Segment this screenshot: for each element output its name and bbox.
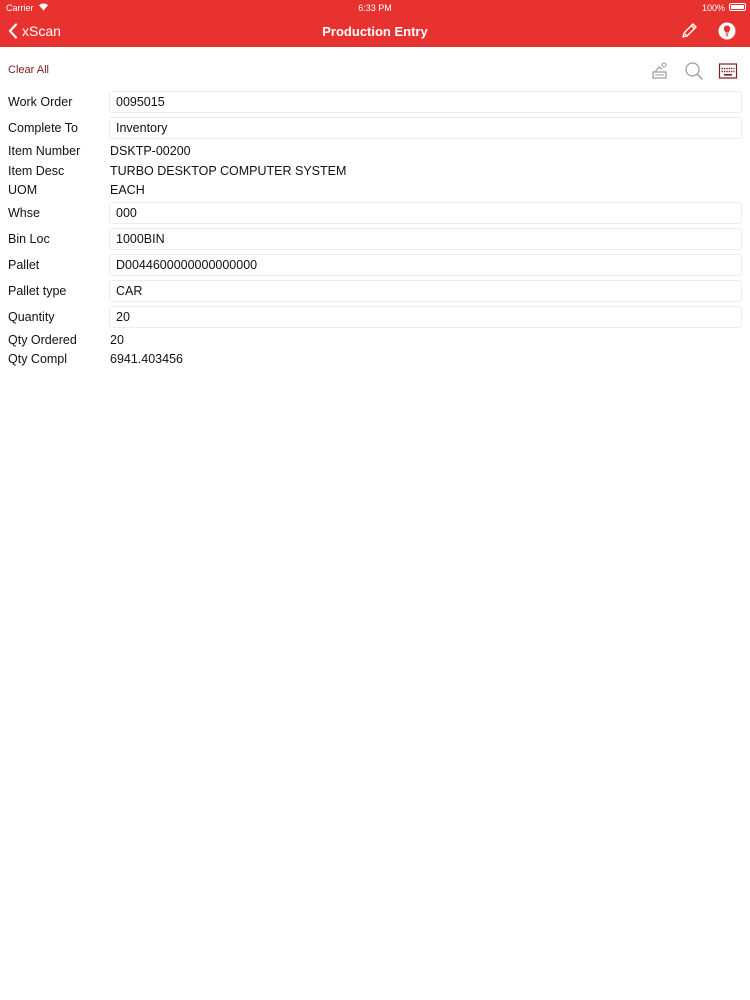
item-number-label: Item Number: [8, 144, 81, 158]
bin-loc-label: Bin Loc: [8, 231, 50, 246]
navigation-bar: Carrier 6:33 PM 100% xScan Production En…: [0, 0, 750, 47]
action-toolbar: Clear All: [0, 58, 750, 84]
status-bar: Carrier 6:33 PM 100%: [0, 0, 750, 15]
complete-to-field[interactable]: Inventory: [109, 117, 742, 139]
quantity-label: Quantity: [8, 309, 55, 324]
quantity-field[interactable]: 20: [109, 305, 742, 328]
bin-loc-row: Bin Loc 1000BIN: [0, 226, 750, 252]
qty-compl-row: Qty Compl 6941.403456: [0, 349, 750, 369]
item-desc-value: TURBO DESKTOP COMPUTER SYSTEM: [110, 163, 347, 178]
uom-row: UOM EACH: [0, 180, 750, 200]
complete-to-label: Complete To: [8, 121, 78, 135]
quantity-row: Quantity 20: [0, 304, 750, 330]
uom-label: UOM: [8, 183, 38, 197]
uom-value: EACH: [110, 183, 145, 197]
qty-ordered-label: Qty Ordered: [8, 332, 77, 347]
qty-compl-label: Qty Compl: [8, 352, 68, 366]
pencil-icon[interactable]: [679, 21, 699, 41]
work-order-field[interactable]: 0095015: [109, 91, 742, 113]
pallet-label: Pallet: [8, 257, 40, 272]
pallet-type-row: Pallet type CAR: [0, 278, 750, 304]
battery-percent: 100%: [701, 3, 725, 13]
qty-compl-value: 6941.403456: [110, 352, 183, 366]
qty-ordered-row: Qty Ordered 20: [0, 330, 750, 350]
pallet-row: Pallet D0044600000000000000: [0, 252, 750, 278]
keyboard-icon[interactable]: [718, 61, 738, 81]
item-number-row: Item Number DSKTP-00200: [0, 141, 750, 161]
qty-ordered-value: 20: [110, 332, 124, 347]
whse-field[interactable]: 000: [109, 201, 742, 224]
lightbulb-icon[interactable]: [717, 21, 737, 41]
pallet-field[interactable]: D0044600000000000000: [109, 253, 742, 276]
item-desc-label: Item Desc: [8, 163, 65, 178]
search-icon[interactable]: [684, 61, 704, 81]
production-entry-form: Work Order 0095015 Complete To Inventory…: [0, 89, 750, 369]
bin-loc-field[interactable]: 1000BIN: [109, 227, 742, 250]
item-number-value: DSKTP-00200: [110, 144, 191, 158]
whse-row: Whse 000: [0, 200, 750, 226]
page-title: Production Entry: [322, 24, 428, 39]
status-time: 6:33 PM: [358, 3, 392, 13]
pallet-type-label: Pallet type: [8, 283, 67, 298]
pallet-type-field[interactable]: CAR: [109, 279, 742, 302]
work-order-label: Work Order: [8, 95, 73, 109]
complete-to-row: Complete To Inventory: [0, 115, 750, 141]
whse-label: Whse: [8, 205, 40, 220]
scanner-icon[interactable]: [651, 61, 671, 81]
work-order-row: Work Order 0095015: [0, 89, 750, 115]
item-desc-row: Item Desc TURBO DESKTOP COMPUTER SYSTEM: [0, 161, 750, 181]
clear-all-button[interactable]: Clear All: [8, 64, 49, 76]
battery-icon: [729, 3, 746, 11]
